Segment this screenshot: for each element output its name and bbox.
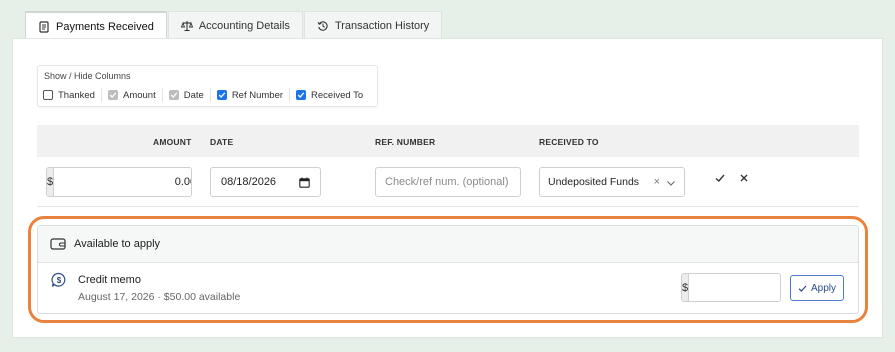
received-to-value: Undeposited Funds bbox=[548, 176, 640, 188]
column-toggle-label: Date bbox=[183, 89, 204, 101]
column-toggle-label: Thanked bbox=[58, 89, 95, 101]
column-toggle-label: Received To bbox=[311, 89, 364, 101]
scale-icon bbox=[180, 20, 193, 31]
tab-bar: Payments Received Accounting Details Tra… bbox=[25, 11, 443, 40]
tab-transaction-history[interactable]: Transaction History bbox=[303, 11, 443, 39]
column-visibility-box: Show / Hide Columns Thanked Amount Date … bbox=[37, 65, 378, 107]
tab-label: Transaction History bbox=[334, 19, 430, 32]
column-toggle-ref-number[interactable]: Ref Number bbox=[216, 88, 291, 102]
column-toggle-thanked[interactable]: Thanked bbox=[43, 88, 102, 102]
column-toggle-received-to[interactable]: Received To bbox=[296, 88, 369, 102]
table-header: AMOUNT DATE REF. NUMBER RECEIVED TO bbox=[37, 125, 859, 157]
column-toggle-amount: Amount bbox=[107, 88, 163, 102]
tab-label: Payments Received bbox=[56, 20, 154, 33]
checkbox[interactable] bbox=[296, 90, 307, 100]
chevron-down-icon[interactable] bbox=[666, 178, 676, 188]
header-date: DATE bbox=[210, 137, 234, 147]
check-icon bbox=[170, 92, 178, 98]
column-toggle-label: Amount bbox=[122, 89, 156, 101]
check-icon bbox=[218, 92, 226, 98]
checkbox bbox=[107, 90, 118, 100]
amount-field-group: $ bbox=[46, 167, 192, 197]
tab-label: Accounting Details bbox=[198, 19, 290, 32]
calendar-icon[interactable] bbox=[299, 177, 310, 188]
currency-prefix: $ bbox=[47, 168, 55, 196]
column-toggle-label: Ref Number bbox=[231, 89, 284, 101]
check-icon bbox=[109, 92, 117, 98]
date-input[interactable]: 08/18/2026 bbox=[210, 167, 321, 197]
payment-entry-row: $ 08/18/2026 Undeposited Funds × bbox=[37, 157, 859, 207]
check-icon bbox=[297, 92, 305, 98]
checkbox bbox=[168, 90, 179, 100]
header-amount: AMOUNT bbox=[153, 137, 192, 147]
checkbox[interactable] bbox=[216, 90, 227, 100]
tab-payments-received[interactable]: Payments Received bbox=[25, 11, 167, 40]
receipt-icon bbox=[39, 20, 49, 33]
received-to-select[interactable]: Undeposited Funds × bbox=[539, 167, 685, 197]
header-ref-number: REF. NUMBER bbox=[375, 137, 436, 147]
column-toggle-date: Date bbox=[168, 88, 211, 102]
highlight-outline bbox=[28, 216, 868, 323]
column-visibility-title: Show / Hide Columns bbox=[44, 71, 131, 81]
column-toggle-row: Thanked Amount Date Ref Number Received … bbox=[43, 88, 375, 102]
date-value: 08/18/2026 bbox=[221, 176, 277, 188]
amount-input[interactable] bbox=[54, 168, 191, 196]
clear-icon[interactable]: × bbox=[654, 176, 660, 188]
checkbox[interactable] bbox=[43, 90, 53, 100]
history-icon bbox=[317, 20, 328, 31]
ref-number-input[interactable] bbox=[375, 167, 521, 197]
tab-accounting-details[interactable]: Accounting Details bbox=[167, 11, 303, 39]
cancel-x-icon[interactable] bbox=[738, 172, 750, 184]
confirm-check-icon[interactable] bbox=[714, 172, 726, 184]
header-received-to: RECEIVED TO bbox=[539, 137, 599, 147]
